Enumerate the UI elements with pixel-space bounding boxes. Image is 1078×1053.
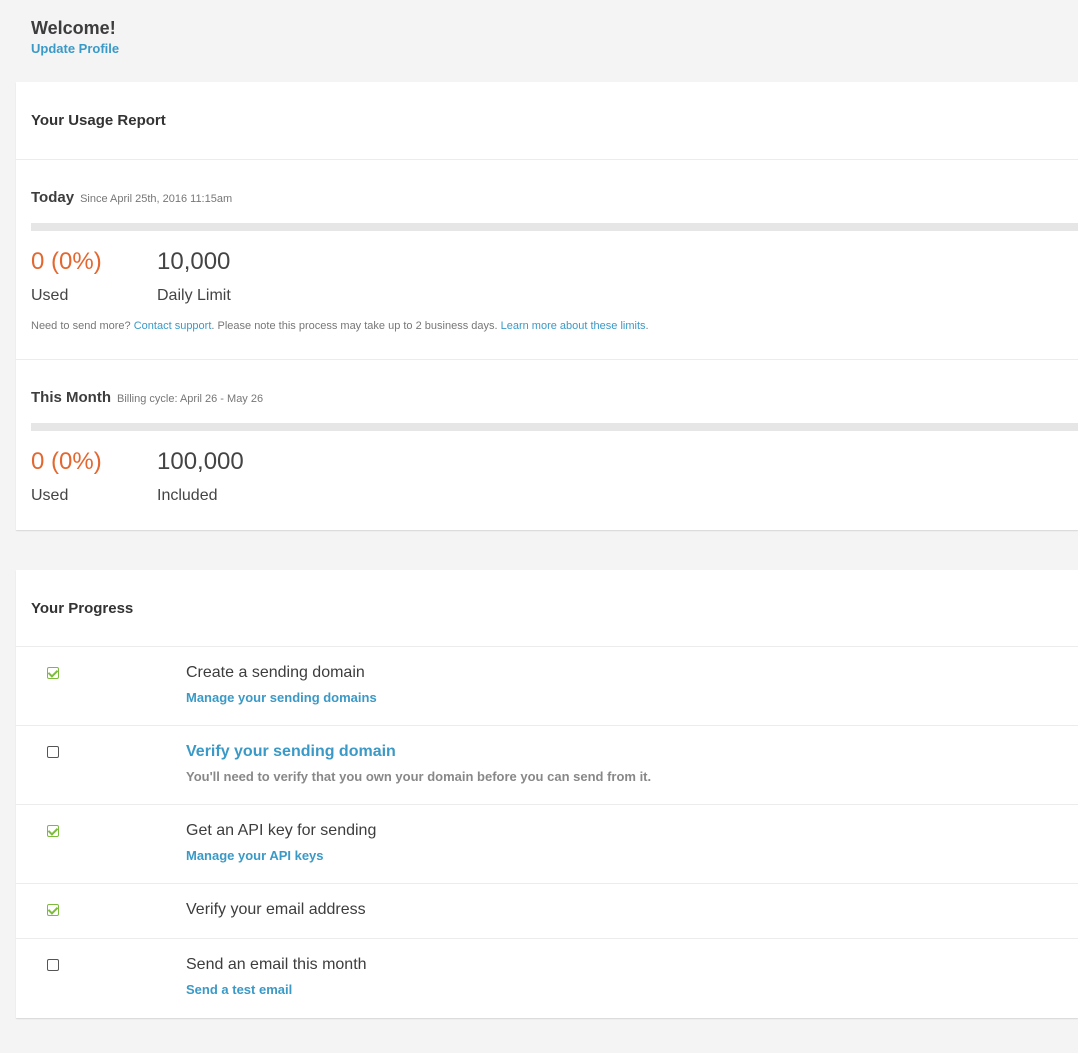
- task-1-checkbox[interactable]: [47, 667, 59, 679]
- task-5-title: Send an email this month: [186, 956, 367, 973]
- task-get-api-key: Get an API key for sending Manage your A…: [16, 805, 1078, 884]
- task-5-checkbox[interactable]: [47, 959, 59, 971]
- month-used-stat: 0 (0%) Used: [31, 448, 102, 505]
- manage-api-keys-link[interactable]: Manage your API keys: [186, 848, 324, 863]
- usage-report-header: Your Usage Report: [16, 82, 1078, 160]
- today-used-stat: 0 (0%) Used: [31, 248, 102, 305]
- task-2-checkbox[interactable]: [47, 746, 59, 758]
- verify-sending-domain-link[interactable]: Verify your sending domain: [186, 743, 396, 761]
- billing-cycle: Billing cycle: April 26 - May 26: [116, 393, 264, 405]
- send-more-note: Need to send more? Contact support. Plea…: [31, 320, 649, 332]
- month-included-label: Included: [157, 487, 218, 504]
- today-used-label: Used: [31, 287, 69, 304]
- update-profile-link[interactable]: Update Profile: [31, 41, 119, 56]
- manage-sending-domains-link[interactable]: Manage your sending domains: [186, 690, 377, 705]
- progress-header: Your Progress: [16, 570, 1078, 647]
- task-send-email-month: Send an email this month Send a test ema…: [16, 939, 1078, 1017]
- month-used-value: 0 (0%): [31, 448, 102, 475]
- usage-today-section: Today Since April 25th, 2016 11:15am 0 (…: [16, 160, 1078, 360]
- task-4-checkbox[interactable]: [47, 904, 59, 916]
- today-label: Today: [31, 189, 75, 206]
- task-3-checkbox[interactable]: [47, 825, 59, 837]
- month-used-label: Used: [31, 487, 69, 504]
- usage-report-panel: Your Usage Report Today Since April 25th…: [16, 82, 1078, 530]
- task-2-description: You'll need to verify that you own your …: [186, 769, 652, 784]
- task-4-title: Verify your email address: [186, 901, 366, 918]
- progress-panel: Your Progress Create a sending domain Ma…: [16, 570, 1078, 1018]
- today-since: Since April 25th, 2016 11:15am: [80, 193, 233, 205]
- task-verify-email: Verify your email address: [16, 884, 1078, 939]
- month-included-stat: 100,000 Included: [157, 448, 244, 505]
- month-included-value: 100,000: [157, 448, 244, 475]
- today-usage-bar: [31, 223, 1078, 231]
- send-test-email-link[interactable]: Send a test email: [186, 982, 292, 997]
- usage-month-section: This Month Billing cycle: April 26 - May…: [16, 360, 1078, 529]
- learn-more-limits-link[interactable]: Learn more about these limits: [501, 320, 646, 332]
- task-create-sending-domain: Create a sending domain Manage your send…: [16, 647, 1078, 726]
- task-verify-sending-domain: Verify your sending domain You'll need t…: [16, 726, 1078, 805]
- today-used-value: 0 (0%): [31, 248, 102, 275]
- contact-support-link[interactable]: Contact support: [134, 320, 212, 332]
- month-usage-bar: [31, 423, 1078, 431]
- welcome-title: Welcome!: [31, 18, 116, 38]
- today-limit-stat: 10,000 Daily Limit: [157, 248, 231, 305]
- task-3-title: Get an API key for sending: [186, 822, 377, 839]
- daily-limit-value: 10,000: [157, 248, 231, 275]
- welcome-block: Welcome! Update Profile: [31, 17, 119, 56]
- task-1-title: Create a sending domain: [186, 664, 365, 681]
- month-label: This Month: [31, 389, 111, 406]
- daily-limit-label: Daily Limit: [157, 287, 231, 304]
